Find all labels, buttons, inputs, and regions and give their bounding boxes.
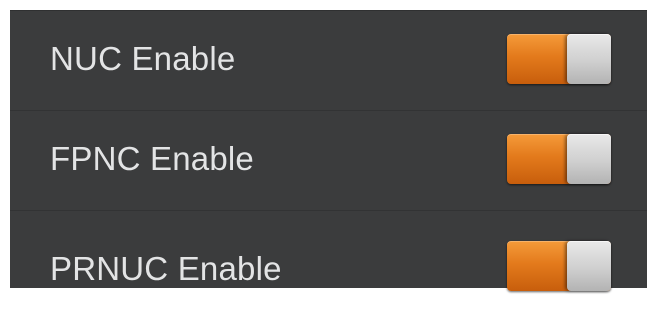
- toggle-knob: [567, 34, 611, 84]
- setting-row-prnuc: PRNUC Enable: [10, 211, 647, 311]
- nuc-enable-label: NUC Enable: [50, 40, 236, 77]
- setting-row-nuc: NUC Enable: [10, 11, 647, 111]
- toggle-knob: [567, 241, 611, 291]
- setting-row-fpnc: FPNC Enable: [10, 111, 647, 211]
- prnuc-enable-label: PRNUC Enable: [50, 250, 282, 287]
- fpnc-enable-toggle[interactable]: [507, 134, 611, 184]
- settings-panel: NUC Enable FPNC Enable PRNUC Enable: [10, 10, 647, 291]
- toggle-knob: [567, 134, 611, 184]
- prnuc-enable-toggle[interactable]: [507, 241, 611, 291]
- fpnc-enable-label: FPNC Enable: [50, 140, 254, 177]
- nuc-enable-toggle[interactable]: [507, 34, 611, 84]
